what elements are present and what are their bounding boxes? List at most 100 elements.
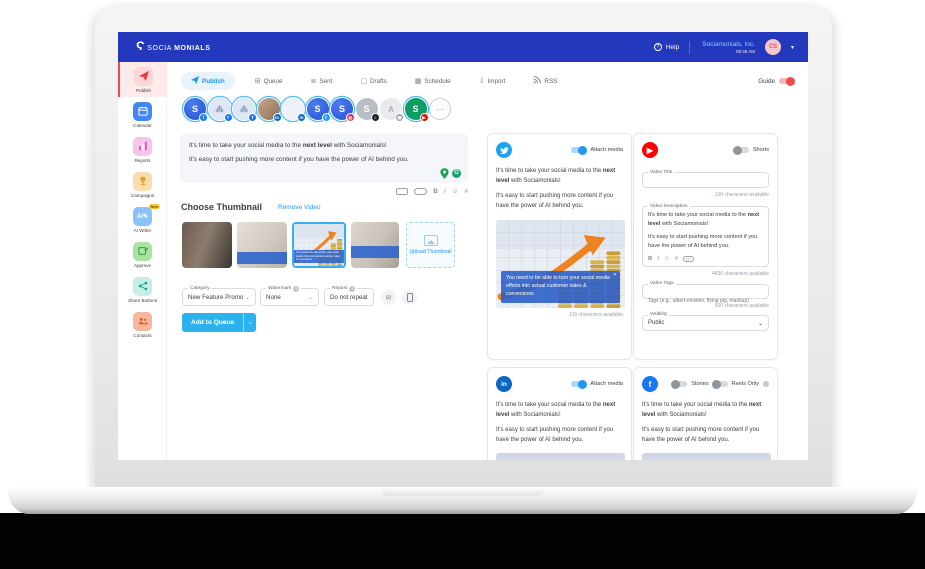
bold-icon[interactable]: B	[433, 188, 438, 195]
queue-icon: ⊞	[254, 78, 261, 85]
thumbnail-1[interactable]	[182, 222, 232, 268]
hashtag-icon[interactable]: #	[675, 256, 678, 262]
add-to-queue-button[interactable]: Add to Queue ⌄	[182, 313, 257, 332]
tab-sent[interactable]: ≣ Sent	[310, 77, 333, 86]
tab-queue[interactable]: ⊞ Queue	[254, 77, 283, 86]
tab-rss[interactable]: RSS	[533, 76, 557, 86]
account-linkedin-2[interactable]: in	[282, 98, 306, 122]
close-icon[interactable]: ✕	[613, 272, 617, 280]
video-title-input[interactable]	[648, 186, 763, 192]
repost-value: Do not repeat	[330, 293, 368, 301]
new-badge: New	[148, 204, 160, 209]
reels-only-toggle[interactable]	[711, 379, 728, 389]
sidebar: Publish Calendar Reports Campaigns New A…	[118, 62, 167, 460]
mobile-preview-button[interactable]	[402, 290, 417, 305]
more-tools-icon[interactable]: •••	[682, 255, 694, 262]
italic-icon[interactable]: I	[444, 188, 446, 195]
account-linkedin-1[interactable]: in	[257, 98, 282, 122]
twitter-characters-remaining: 116 characters available	[569, 311, 623, 318]
sidebar-item-share-buttons[interactable]: Share Buttons	[118, 272, 167, 307]
account-unselected[interactable]: A ▣	[380, 98, 404, 122]
account-facebook-2[interactable]: ⁂ f	[208, 98, 233, 122]
category-select[interactable]: Category New Feature Promo ⌄	[182, 285, 256, 306]
bold-icon[interactable]: B	[648, 256, 652, 262]
mockup-stage: Ϛsocia monials ? Help Sociamonials, Inc. …	[0, 0, 925, 569]
sidebar-item-approve[interactable]: Approve	[118, 237, 167, 272]
publish-icon	[134, 66, 153, 86]
account-facebook-3[interactable]: ⁂ f	[233, 98, 257, 122]
description-toolbar: B I ☺ # •••	[648, 255, 763, 262]
choose-thumbnail-title: Choose Thumbnail	[181, 202, 262, 212]
video-description-field[interactable]: Video Description It's time to take your…	[642, 203, 769, 267]
sidebar-item-campaigns[interactable]: Campaigns	[118, 167, 167, 202]
watermark-select[interactable]: Watermark i None ⌄	[260, 285, 319, 306]
cta-icon[interactable]	[414, 188, 428, 195]
composer-toolbar: B I ☺ #	[180, 188, 468, 195]
repost-field[interactable]: Repost i Do not repeat	[324, 285, 374, 306]
account-facebook-1[interactable]: Sf	[184, 98, 208, 122]
more-accounts-button[interactable]: ⋯	[429, 98, 451, 120]
thumbnail-2[interactable]	[237, 222, 287, 268]
grammar-checker-icon[interactable]: G	[452, 169, 461, 178]
help-button[interactable]: ? Help	[653, 43, 679, 51]
account-tiktok[interactable]: S ♪	[355, 98, 380, 122]
social-accounts-row: Sf ⁂ f ⁂ f in in St S ◎ S ♪ A ▣ S ▶ ⋯	[184, 98, 451, 124]
hashtag-icon[interactable]: #	[464, 188, 468, 195]
queue-options-caret[interactable]: ⌄	[243, 313, 257, 332]
watermark-value: None	[266, 293, 281, 301]
sidebar-item-ai-writer[interactable]: New AI✎ AI Writer	[118, 202, 167, 237]
location-pin-icon[interactable]	[440, 168, 449, 179]
utm-icon[interactable]	[396, 188, 409, 195]
facebook-badge-icon: f	[199, 113, 208, 122]
sidebar-item-calendar[interactable]: Calendar	[118, 97, 167, 132]
info-icon[interactable]: i	[349, 285, 356, 292]
email-preview-button[interactable]: ✉	[381, 290, 396, 305]
tiktok-badge-icon: ♪	[370, 113, 380, 122]
account-instagram[interactable]: S ◎	[331, 98, 355, 122]
user-avatar[interactable]: CS	[764, 39, 781, 55]
visibility-select[interactable]: Visibility Public ⌄	[642, 312, 769, 331]
attach-media-label: Attach media	[590, 147, 623, 153]
attach-media-toggle[interactable]	[571, 145, 588, 155]
info-icon[interactable]: i	[293, 285, 300, 292]
account-menu-caret-icon[interactable]: ▾	[791, 44, 794, 51]
facebook-post-text: It's time to take your social media to t…	[642, 402, 762, 443]
tab-schedule[interactable]: ▦ Schedule	[415, 77, 451, 86]
stories-label: Stories	[691, 381, 709, 387]
account-youtube[interactable]: S ▶	[404, 98, 429, 122]
account-time: 08:38 AM	[735, 48, 755, 54]
logo-text-1: socia	[147, 41, 173, 53]
tab-import[interactable]: ⇩ Import	[478, 77, 506, 86]
video-tags-field[interactable]: Video Tags	[642, 281, 769, 304]
linkedin-preview-card: in Attach media It's time to take your s…	[487, 367, 632, 460]
calendar-icon	[133, 101, 152, 121]
upload-thumbnail-button[interactable]: Upload Thumbnail	[406, 222, 455, 268]
thumbnail-3-selected[interactable]: You need to be able to turn your social …	[292, 222, 346, 268]
video-tags-input[interactable]	[648, 297, 763, 304]
tab-publish[interactable]: Publish	[181, 72, 235, 90]
stories-toggle[interactable]	[671, 379, 688, 389]
guide-toggle[interactable]	[779, 76, 795, 86]
italic-icon[interactable]: I	[657, 256, 659, 262]
sent-icon: ≣	[310, 78, 317, 85]
shorts-toggle[interactable]	[732, 145, 749, 155]
sidebar-item-contacts[interactable]: Contacts	[118, 307, 167, 342]
attach-media-toggle[interactable]	[571, 379, 588, 389]
account-twitter[interactable]: St	[306, 98, 331, 122]
sidebar-item-publish[interactable]: Publish	[118, 62, 167, 97]
ai-writer-icon: AI✎	[133, 206, 152, 226]
remove-video-link[interactable]: Remove Video	[278, 204, 321, 211]
facebook-badge-icon: f	[223, 113, 233, 122]
info-icon[interactable]: i	[763, 381, 769, 387]
video-title-field[interactable]: Video Title	[642, 169, 769, 192]
tab-drafts[interactable]: ▢ Drafts	[360, 77, 386, 86]
import-icon: ⇩	[478, 78, 485, 85]
thumbnail-4[interactable]	[351, 222, 399, 268]
publish-tab-icon	[191, 76, 199, 86]
chevron-down-icon: ⌄	[244, 294, 250, 301]
emoji-icon[interactable]: ☺	[452, 188, 459, 195]
post-composer[interactable]: It's time to take your social media to t…	[180, 133, 468, 183]
sidebar-item-reports[interactable]: Reports	[118, 132, 167, 167]
emoji-icon[interactable]: ☺	[664, 256, 670, 262]
category-value: New Feature Promo	[188, 293, 244, 301]
